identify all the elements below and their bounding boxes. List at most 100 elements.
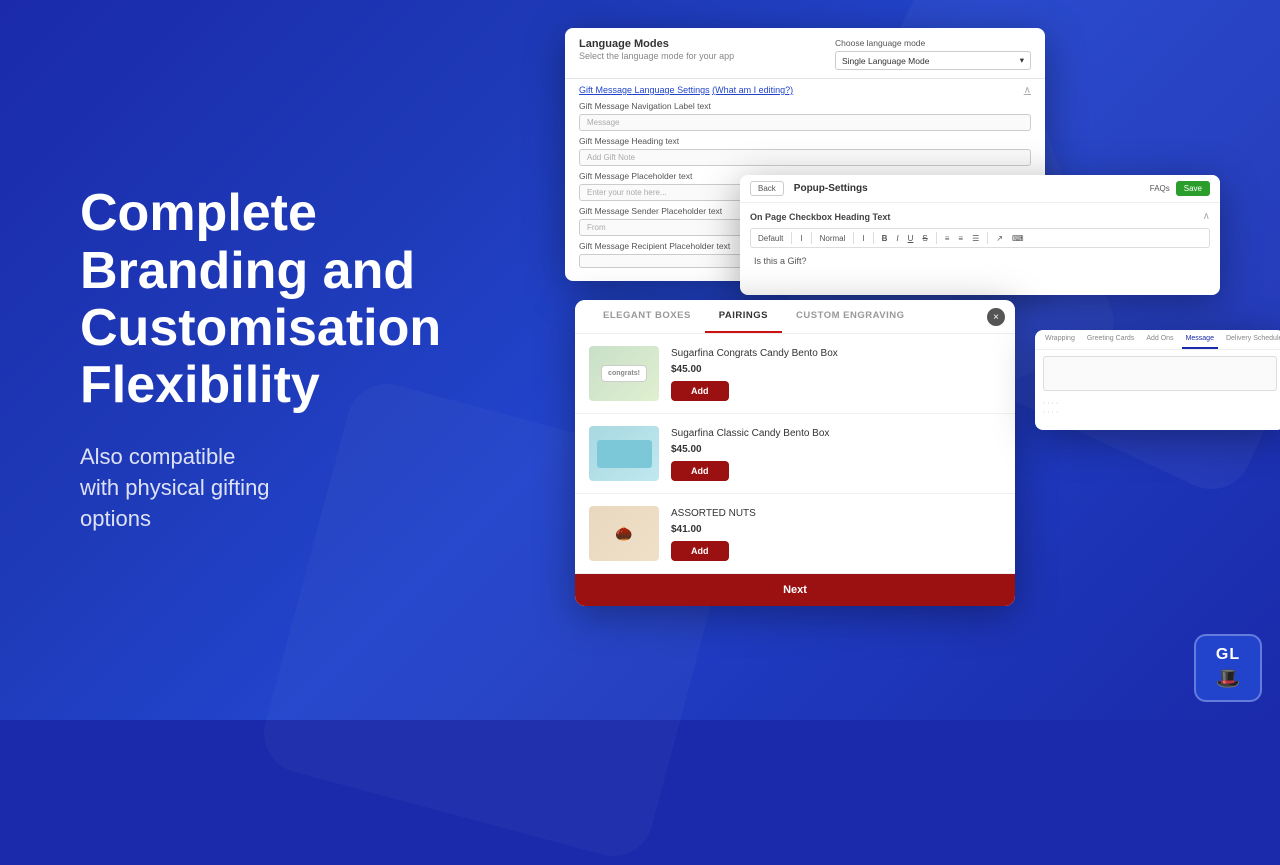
small-win-tabs: Wrapping Greeting Cards Add Ons Message … <box>1035 330 1280 350</box>
product-item-1: congrats! Sugarfina Congrats Candy Bento… <box>575 334 1015 414</box>
small-tab-greeting[interactable]: Greeting Cards <box>1083 330 1138 349</box>
message-textarea[interactable] <box>1043 356 1277 391</box>
toolbar-normal[interactable]: Normal <box>817 233 849 244</box>
popup-header: Back Popup-Settings FAQs Save <box>740 175 1220 203</box>
product-popup-window: ELEGANT BOXES PAIRINGS CUSTOM ENGRAVING … <box>575 300 1015 606</box>
product-info-1: Sugarfina Congrats Candy Bento Box $45.0… <box>671 347 1001 401</box>
product-info-3: ASSORTED NUTS $41.00 Add <box>671 507 1001 561</box>
language-mode-select[interactable]: Single Language Mode ▾ <box>835 51 1031 70</box>
congrats-image: congrats! <box>589 346 659 401</box>
chevron-down-icon: ▾ <box>1020 55 1024 66</box>
toolbar-strike[interactable]: S <box>919 233 930 244</box>
product-price-1: $45.00 <box>671 364 1001 375</box>
toolbar-list2[interactable]: ≡ <box>955 233 966 244</box>
small-tab-addons[interactable]: Add Ons <box>1142 330 1177 349</box>
product-price-3: $41.00 <box>671 524 1001 535</box>
toolbar-code[interactable]: ⌨ <box>1009 233 1027 244</box>
checkbox-heading-label: On Page Checkbox Heading Text <box>750 212 890 222</box>
product-item-3: 🌰 ASSORTED NUTS $41.00 Add <box>575 494 1015 574</box>
faqs-button[interactable]: FAQs <box>1150 184 1170 193</box>
gl-hat-icon: 🎩 <box>1216 666 1241 691</box>
collapse-icon[interactable]: ∧ <box>1203 211 1210 222</box>
gl-badge: GL 🎩 <box>1194 634 1262 702</box>
classic-image <box>589 426 659 481</box>
product-popup-header: ELEGANT BOXES PAIRINGS CUSTOM ENGRAVING … <box>575 300 1015 334</box>
product-img-2 <box>589 426 659 481</box>
toolbar-sep6 <box>987 232 988 244</box>
tab-elegant-boxes[interactable]: ELEGANT BOXES <box>589 300 705 333</box>
toolbar-list1[interactable]: ≡ <box>942 233 953 244</box>
nav-label-input[interactable]: Message <box>579 114 1031 131</box>
popup-title: Popup-Settings <box>784 183 1150 194</box>
tab-custom-engraving[interactable]: CUSTOM ENGRAVING <box>782 300 918 333</box>
screenshots-area: Language Modes Select the language mode … <box>545 0 1280 720</box>
lang-window-subtitle: Select the language mode for your app <box>579 51 775 61</box>
toolbar-bold[interactable]: B <box>879 233 891 244</box>
small-dots: · · · · · · · · <box>1043 400 1277 416</box>
tab-pairings[interactable]: PAIRINGS <box>705 300 782 333</box>
choose-mode-label: Choose language mode <box>835 38 1031 48</box>
heading-line2: Branding and <box>80 242 415 300</box>
toolbar-sep2 <box>811 232 812 244</box>
field-nav-label: Gift Message Navigation Label text Messa… <box>579 101 1031 131</box>
subtext-line1: Also compatible <box>80 444 235 469</box>
small-tab-message[interactable]: Message <box>1182 330 1218 349</box>
small-tab-wrapping[interactable]: Wrapping <box>1041 330 1079 349</box>
toolbar-font-size[interactable]: I <box>859 233 867 244</box>
field-heading: Gift Message Heading text Add Gift Note <box>579 136 1031 166</box>
heading-line3: Customisation <box>80 299 441 357</box>
toolbar-italic[interactable]: I <box>893 233 901 244</box>
toolbar-default[interactable]: Default <box>755 233 786 244</box>
toolbar-row: Default I Normal I B I U S ≡ ≡ ☰ ↗ ⌨ <box>750 228 1210 248</box>
toolbar-list3[interactable]: ☰ <box>969 233 982 244</box>
gift-link[interactable]: (What am I editing?) <box>712 85 793 95</box>
collapse-icon[interactable]: ∧ <box>1024 85 1031 96</box>
subtext-line3: options <box>80 506 151 531</box>
small-tab-delivery[interactable]: Delivery Schedule <box>1222 330 1280 349</box>
product-info-2: Sugarfina Classic Candy Bento Box $45.00… <box>671 427 1001 481</box>
toolbar-sep4 <box>873 232 874 244</box>
next-button[interactable]: Next <box>575 574 1015 606</box>
product-img-1: congrats! <box>589 346 659 401</box>
product-name-1: Sugarfina Congrats Candy Bento Box <box>671 347 1001 360</box>
popup-body: On Page Checkbox Heading Text ∧ Default … <box>740 203 1220 277</box>
product-tabs: ELEGANT BOXES PAIRINGS CUSTOM ENGRAVING <box>575 300 1015 333</box>
mode-value: Single Language Mode <box>842 56 929 66</box>
checkbox-heading-row: On Page Checkbox Heading Text ∧ <box>750 211 1210 222</box>
product-list: congrats! Sugarfina Congrats Candy Bento… <box>575 334 1015 574</box>
add-button-3[interactable]: Add <box>671 541 729 561</box>
heading-line4: Flexibility <box>80 356 320 414</box>
toolbar-link[interactable]: ↗ <box>993 233 1006 244</box>
subtext-line2: with physical gifting <box>80 475 270 500</box>
main-heading: Complete Branding and Customisation Flex… <box>80 185 540 414</box>
close-button[interactable]: × <box>987 308 1005 326</box>
gift-section-title: Gift Message Language Settings (What am … <box>579 85 1031 95</box>
small-window: Wrapping Greeting Cards Add Ons Message … <box>1035 330 1280 430</box>
small-win-body: · · · · · · · · <box>1035 350 1280 430</box>
lang-window-title: Language Modes <box>579 38 775 50</box>
toolbar-sep3 <box>853 232 854 244</box>
checkbox-preview-text: Is this a Gift? <box>750 253 1210 269</box>
toolbar-size[interactable]: I <box>797 233 805 244</box>
heading-line1: Complete <box>80 184 317 242</box>
product-price-2: $45.00 <box>671 444 1001 455</box>
save-button[interactable]: Save <box>1176 181 1210 196</box>
toolbar-sep5 <box>936 232 937 244</box>
popup-settings-window: Back Popup-Settings FAQs Save On Page Ch… <box>740 175 1220 295</box>
heading-input[interactable]: Add Gift Note <box>579 149 1031 166</box>
product-img-3: 🌰 <box>589 506 659 561</box>
toolbar-sep1 <box>791 232 792 244</box>
product-name-2: Sugarfina Classic Candy Bento Box <box>671 427 1001 440</box>
small-field-1 <box>1043 356 1277 396</box>
nuts-image: 🌰 <box>589 506 659 561</box>
hero-content: Complete Branding and Customisation Flex… <box>80 0 540 720</box>
gl-text: GL <box>1216 646 1240 664</box>
add-button-2[interactable]: Add <box>671 461 729 481</box>
product-item-2: Sugarfina Classic Candy Bento Box $45.00… <box>575 414 1015 494</box>
popup-right-buttons: FAQs Save <box>1150 181 1210 196</box>
back-button[interactable]: Back <box>750 181 784 196</box>
add-button-1[interactable]: Add <box>671 381 729 401</box>
toolbar-underline[interactable]: U <box>905 233 917 244</box>
sub-heading: Also compatible with physical gifting op… <box>80 442 540 534</box>
product-name-3: ASSORTED NUTS <box>671 507 1001 520</box>
